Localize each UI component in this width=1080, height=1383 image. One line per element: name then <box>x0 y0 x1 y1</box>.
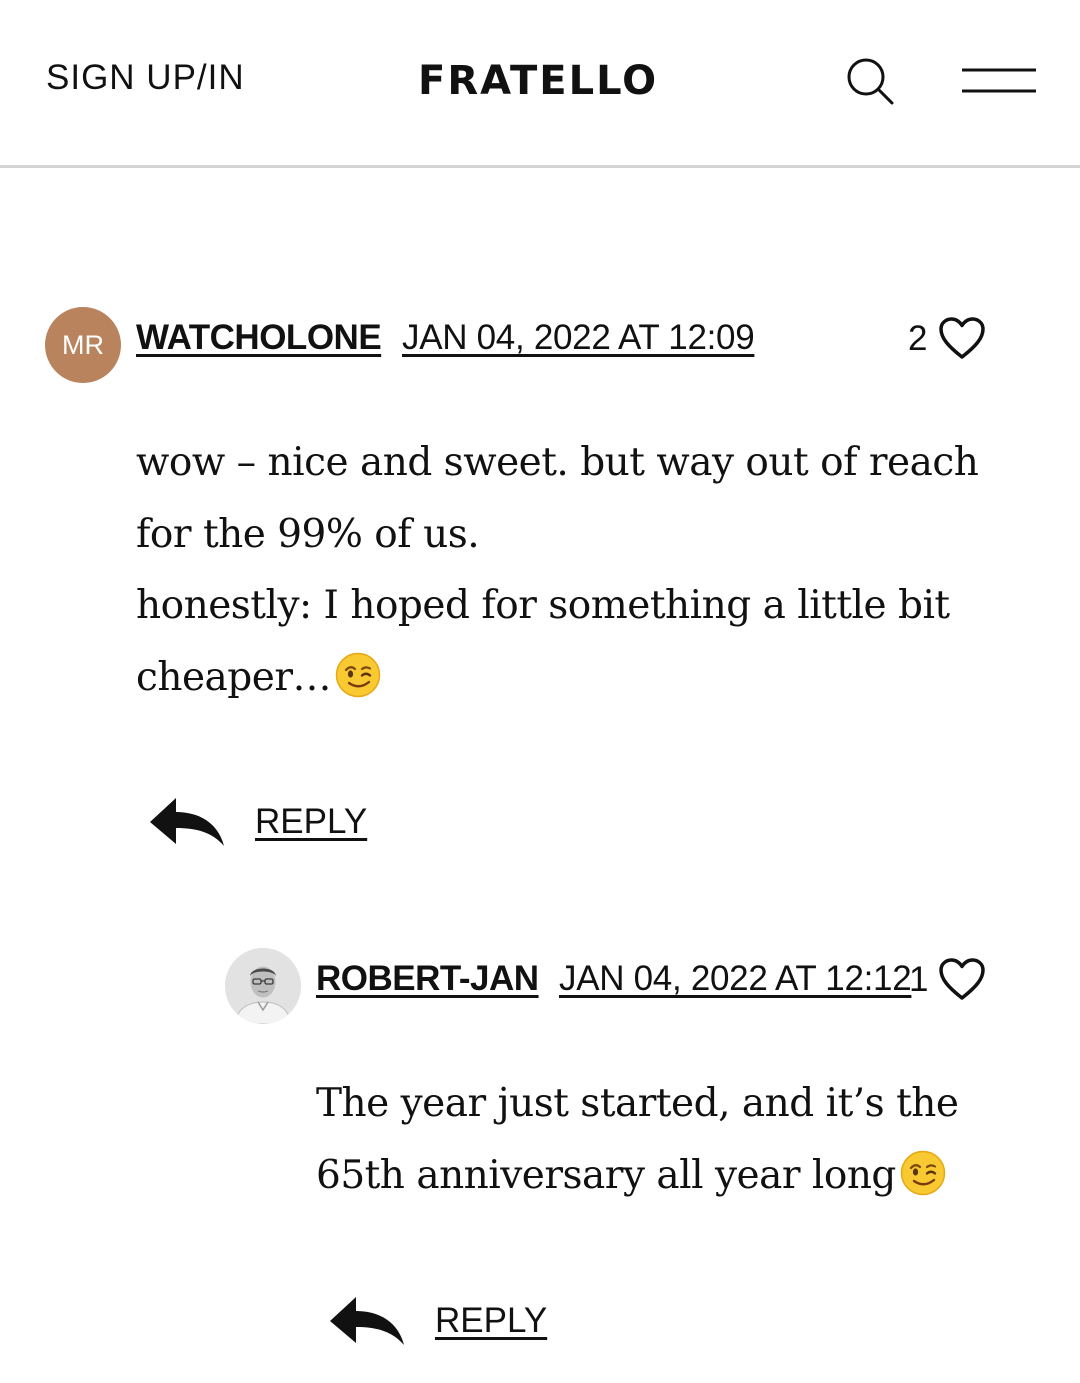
avatar-initials: MR <box>62 329 104 360</box>
comment-body: The year just started, and it’s the 65th… <box>316 1068 1036 1211</box>
comment-line: wow – nice and sweet. but way out of rea… <box>136 440 979 485</box>
heart-icon[interactable] <box>938 316 986 360</box>
reply-arrow-icon[interactable] <box>328 1295 406 1347</box>
heart-icon[interactable] <box>938 957 986 1001</box>
comment-author[interactable]: ROBERT-JAN <box>316 959 539 999</box>
comment-date[interactable]: JAN 04, 2022 AT 12:09 <box>402 318 755 358</box>
winking-face-emoji-icon <box>900 1150 946 1195</box>
search-icon[interactable] <box>844 56 896 108</box>
menu-icon[interactable] <box>962 66 1036 96</box>
comment-line: honestly: I hoped for something a little… <box>136 583 950 628</box>
like-count: 1 <box>909 960 929 999</box>
avatar <box>225 948 301 1024</box>
reply-arrow-icon[interactable] <box>148 796 226 848</box>
site-header: SIGN UP/IN FRATELLO <box>0 0 1080 168</box>
comment-author[interactable]: WATCHOLONE <box>136 318 382 358</box>
reply-button[interactable]: REPLY <box>435 1301 547 1341</box>
sign-in-link[interactable]: SIGN UP/IN <box>46 58 245 98</box>
comment-line: for the 99% of us. <box>136 511 480 557</box>
comment-date[interactable]: JAN 04, 2022 AT 12:12 <box>559 959 912 999</box>
winking-face-emoji-icon <box>335 652 381 697</box>
comment-line: cheaper… <box>136 642 1036 714</box>
site-logo[interactable]: FRATELLO <box>418 58 658 104</box>
avatar-photo <box>225 948 301 1024</box>
like-count: 2 <box>908 319 928 358</box>
comment-line: 65th anniversary all year long <box>316 1140 1036 1212</box>
comment-body: wow – nice and sweet. but way out of rea… <box>136 427 1036 713</box>
avatar: MR <box>45 307 121 383</box>
comment-line: The year just started, and it’s the <box>316 1081 959 1126</box>
page: SIGN UP/IN FRATELLO MR WATCHOLONE JAN 04… <box>0 0 1080 1383</box>
reply-button[interactable]: REPLY <box>255 802 367 842</box>
